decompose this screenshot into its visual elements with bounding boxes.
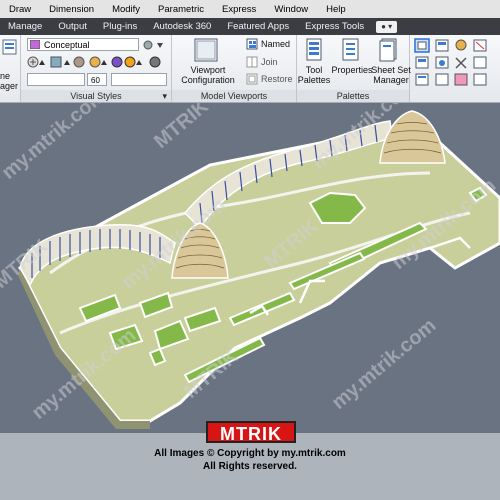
manager-label-line2: ager <box>0 81 19 91</box>
tab-output[interactable]: Output <box>50 18 95 35</box>
named-viewports-icon[interactable] <box>246 38 258 50</box>
menu-draw[interactable]: Draw <box>0 4 40 15</box>
properties-label[interactable]: Properties <box>330 65 374 75</box>
opacity-value: 60 <box>91 76 100 85</box>
panel-expander-icon[interactable]: ▾ <box>162 90 167 102</box>
viewport-configuration-label-1[interactable]: Viewport <box>174 65 242 75</box>
join-viewports-icon[interactable] <box>246 56 258 68</box>
sheet-set-manager-icon[interactable] <box>379 38 399 62</box>
properties-icon[interactable] <box>342 38 360 62</box>
small-palette-icons[interactable] <box>414 38 500 90</box>
menu-window[interactable]: Window <box>265 4 317 15</box>
menu-express[interactable]: Express <box>213 4 265 15</box>
visual-styles-title[interactable]: Visual Styles ▾ <box>21 90 171 102</box>
tool-palettes-icon[interactable] <box>306 38 324 62</box>
copyright-footer: MTRIK All Images © Copyright by my.mtrik… <box>0 421 500 500</box>
tab-manage[interactable]: Manage <box>0 18 50 35</box>
rights-line: All Rights reserved. <box>203 461 297 472</box>
model-viewports-panel: Viewport Configuration Named Join Restor… <box>172 35 297 102</box>
join-viewports-button[interactable]: Join <box>261 57 278 67</box>
menu-modify[interactable]: Modify <box>103 4 149 15</box>
opacity-slider[interactable] <box>27 73 85 86</box>
tab-express-tools[interactable]: Express Tools <box>297 18 372 35</box>
model-viewports-title: Model Viewports <box>172 90 296 102</box>
viewport-configuration-label-2[interactable]: Configuration <box>174 75 242 85</box>
partial-panel: ne ager <box>0 35 21 102</box>
tab-featured-apps[interactable]: Featured Apps <box>219 18 297 35</box>
opacity-field[interactable]: 60 <box>87 73 107 86</box>
ribbon: ne ager Conceptual 60 Visual Styles ▾ Vi… <box>0 35 500 103</box>
ribbon-tab-bar: Manage Output Plug-ins Autodesk 360 Feat… <box>0 18 500 35</box>
manager-label-line1: ne <box>0 71 11 81</box>
visual-style-swatch-icon <box>30 40 40 49</box>
shading-tools-row[interactable] <box>27 55 167 69</box>
visual-style-value: Conceptual <box>44 40 90 50</box>
visual-styles-panel: Conceptual 60 Visual Styles ▾ <box>21 35 172 102</box>
viewport-configuration-icon[interactable] <box>194 38 218 62</box>
layer-manager-icon[interactable] <box>2 38 18 56</box>
model-viewport[interactable]: my.mtrik.com MTRIK my.mtrik.com MTRIK my… <box>0 103 500 433</box>
palette-icons-grid <box>410 35 500 102</box>
menu-bar: Draw Dimension Modify Parametric Express… <box>0 0 500 19</box>
restore-viewports-button[interactable]: Restore <box>261 74 293 84</box>
menu-parametric[interactable]: Parametric <box>149 4 213 15</box>
ribbon-minimize-toggle[interactable]: ● ▾ <box>376 20 398 33</box>
visual-style-dropdown[interactable]: Conceptual <box>27 38 139 51</box>
tab-autodesk-360[interactable]: Autodesk 360 <box>145 18 219 35</box>
brand-logo: MTRIK <box>206 421 296 444</box>
tool-palettes-label-2[interactable]: Palettes <box>297 75 331 85</box>
named-viewports-button[interactable]: Named <box>261 39 290 49</box>
sheet-set-label-2[interactable]: Manager <box>371 75 411 85</box>
restore-viewports-icon[interactable] <box>246 73 258 85</box>
menu-dimension[interactable]: Dimension <box>40 4 103 15</box>
menu-help[interactable]: Help <box>317 4 355 15</box>
tool-palettes-label-1[interactable]: Tool <box>297 65 331 75</box>
palettes-panel: Tool Palettes Properties Sheet Set Manag… <box>297 35 411 102</box>
ground-slab <box>18 133 500 423</box>
sheet-set-label-1[interactable]: Sheet Set <box>371 65 411 75</box>
face-style-slider[interactable] <box>111 73 167 86</box>
dome-east <box>379 110 446 164</box>
3d-park-model <box>18 110 500 429</box>
visual-style-options-icon[interactable] <box>142 39 166 51</box>
tab-plug-ins[interactable]: Plug-ins <box>95 18 145 35</box>
visual-styles-title-text: Visual Styles <box>70 91 122 101</box>
copyright-line: All Images © Copyright by my.mtrik.com <box>154 448 346 459</box>
palettes-title: Palettes <box>297 90 409 102</box>
